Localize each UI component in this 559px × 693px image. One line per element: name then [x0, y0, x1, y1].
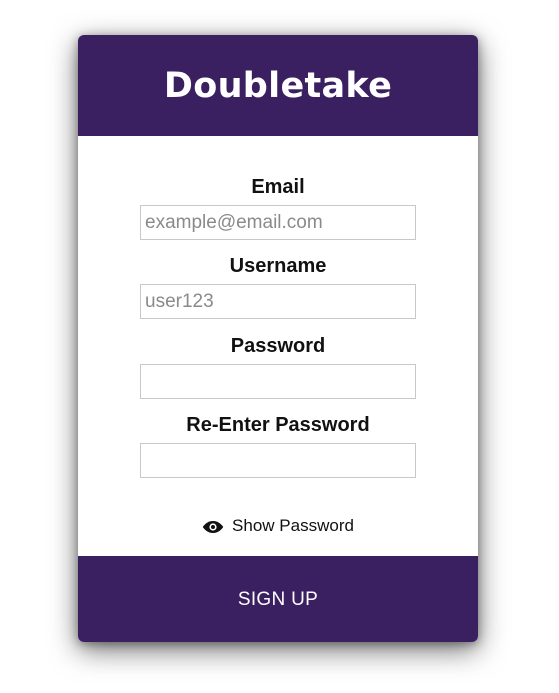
username-label: Username [229, 255, 327, 277]
signup-button-label: SIGN UP [237, 589, 319, 610]
username-field[interactable] [140, 284, 416, 319]
signup-form: Email Username Password Re-Enter Passwor… [78, 136, 478, 556]
signup-button[interactable]: SIGN UP [78, 556, 478, 642]
email-label: Email [251, 176, 305, 198]
eye-icon [202, 519, 224, 533]
app-title: Doubletake [163, 65, 393, 106]
reenter-password-field[interactable] [140, 443, 416, 478]
show-password-toggle[interactable]: Show Password [78, 516, 478, 536]
reenter-password-label: Re-Enter Password [186, 414, 370, 436]
password-field[interactable] [140, 364, 416, 399]
header: Doubletake [78, 35, 478, 136]
email-field[interactable] [140, 205, 416, 240]
show-password-label: Show Password [232, 516, 354, 535]
password-label: Password [230, 335, 326, 357]
signup-card: Doubletake Email Username Password Re-En… [78, 35, 478, 642]
